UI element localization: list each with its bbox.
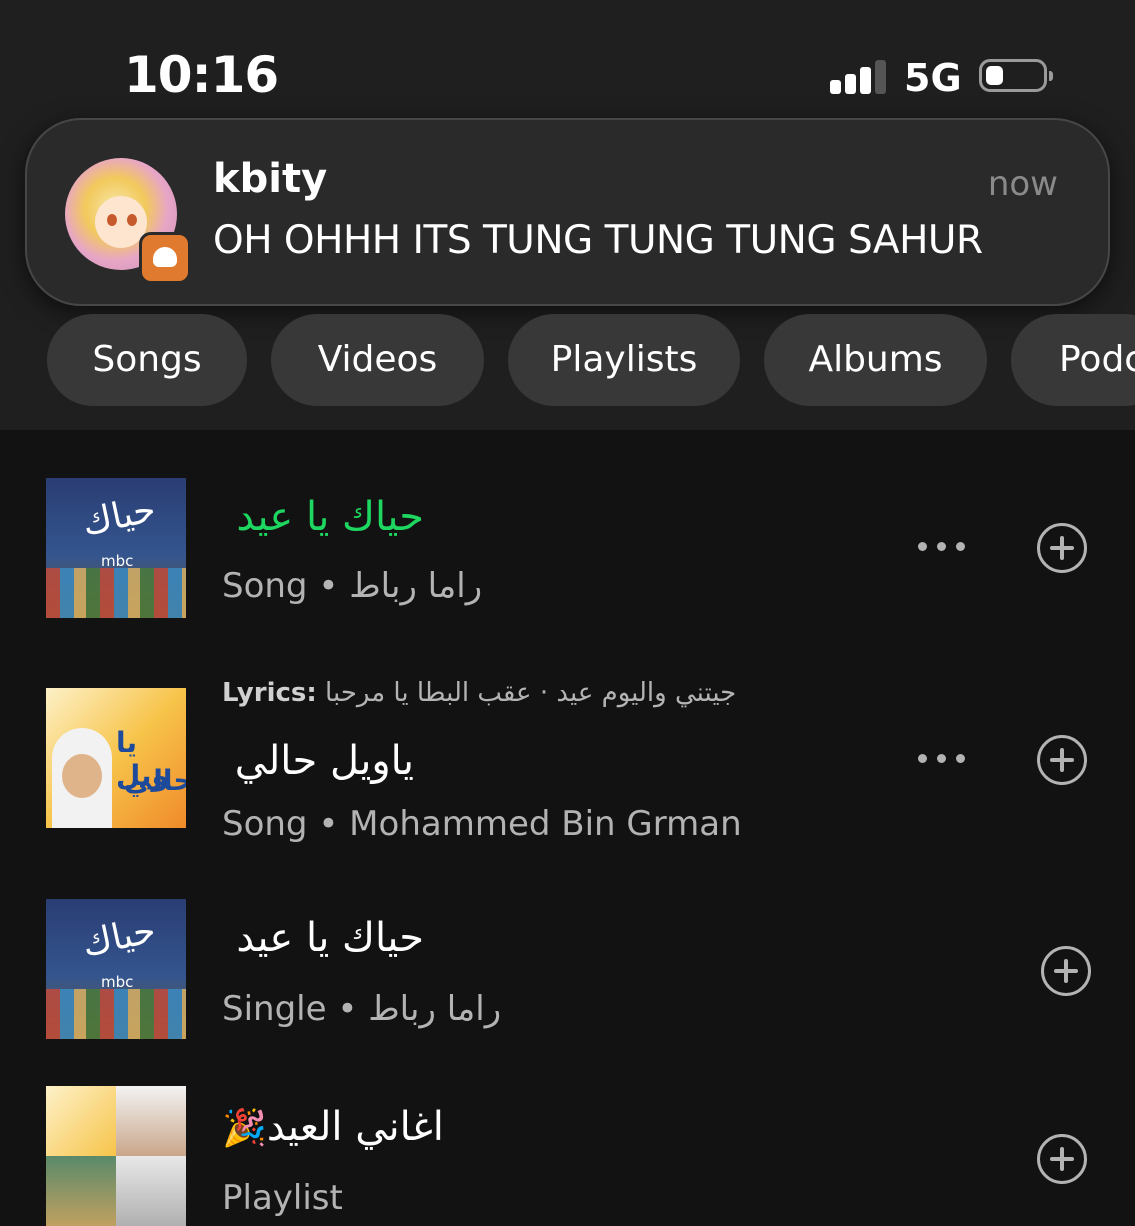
notification-sender: kbity (213, 156, 328, 202)
filter-chip-videos[interactable]: Videos (271, 314, 484, 406)
result-subtitle: Single • راما رباط (222, 989, 502, 1029)
more-options-icon[interactable] (916, 750, 972, 770)
add-icon[interactable] (1037, 1134, 1087, 1184)
result-title: ياويل حالي (234, 738, 414, 784)
result-row[interactable]: حياك mbc حياك يا عيد Single • راما رباط (0, 899, 1135, 1039)
lyrics-snippet: Lyrics: جيتني واليوم عيد · عقب البطا يا … (222, 678, 737, 708)
result-row[interactable]: حياك mbc حياك يا عيد Song • راما رباط (0, 478, 1135, 618)
album-art-yaweel-hali: يا ويل حالي (46, 688, 186, 828)
battery-icon (979, 59, 1053, 92)
notification-time: now (987, 164, 1058, 204)
add-icon[interactable] (1037, 735, 1087, 785)
notification-banner[interactable]: kbity now OH OHHH ITS TUNG TUNG TUNG SAH… (25, 118, 1110, 306)
add-icon[interactable] (1037, 523, 1087, 573)
party-popper-icon: 🎉 (222, 1108, 267, 1149)
add-icon[interactable] (1041, 946, 1091, 996)
result-title: 🎉اغاني العيد (222, 1104, 444, 1150)
result-row[interactable]: 🎉اغاني العيد Playlist (0, 1086, 1135, 1226)
filter-chip-albums[interactable]: Albums (764, 314, 987, 406)
result-title: حياك يا عيد (236, 494, 424, 540)
result-subtitle: Playlist (222, 1178, 343, 1218)
result-subtitle: Song • راما رباط (222, 566, 483, 606)
cellular-signal-icon (830, 58, 886, 94)
album-art-hayak-ya-eid: حياك mbc (46, 478, 186, 618)
playlist-collage (46, 1086, 186, 1226)
filter-chip-podcasts[interactable]: Podc (1011, 314, 1135, 406)
app-badge-icon (139, 232, 191, 284)
result-subtitle: Song • Mohammed Bin Grman (222, 804, 742, 844)
filter-chip-playlists[interactable]: Playlists (508, 314, 740, 406)
status-time: 10:16 (124, 46, 279, 104)
notification-message: OH OHHH ITS TUNG TUNG TUNG SAHUR (213, 218, 983, 263)
more-options-icon[interactable] (916, 538, 972, 558)
filter-chip-songs[interactable]: Songs (47, 314, 247, 406)
result-title: حياك يا عيد (236, 915, 424, 961)
network-type: 5G (904, 56, 962, 100)
result-row[interactable]: Lyrics: جيتني واليوم عيد · عقب البطا يا … (0, 674, 1135, 850)
album-art-hayak-ya-eid: حياك mbc (46, 899, 186, 1039)
